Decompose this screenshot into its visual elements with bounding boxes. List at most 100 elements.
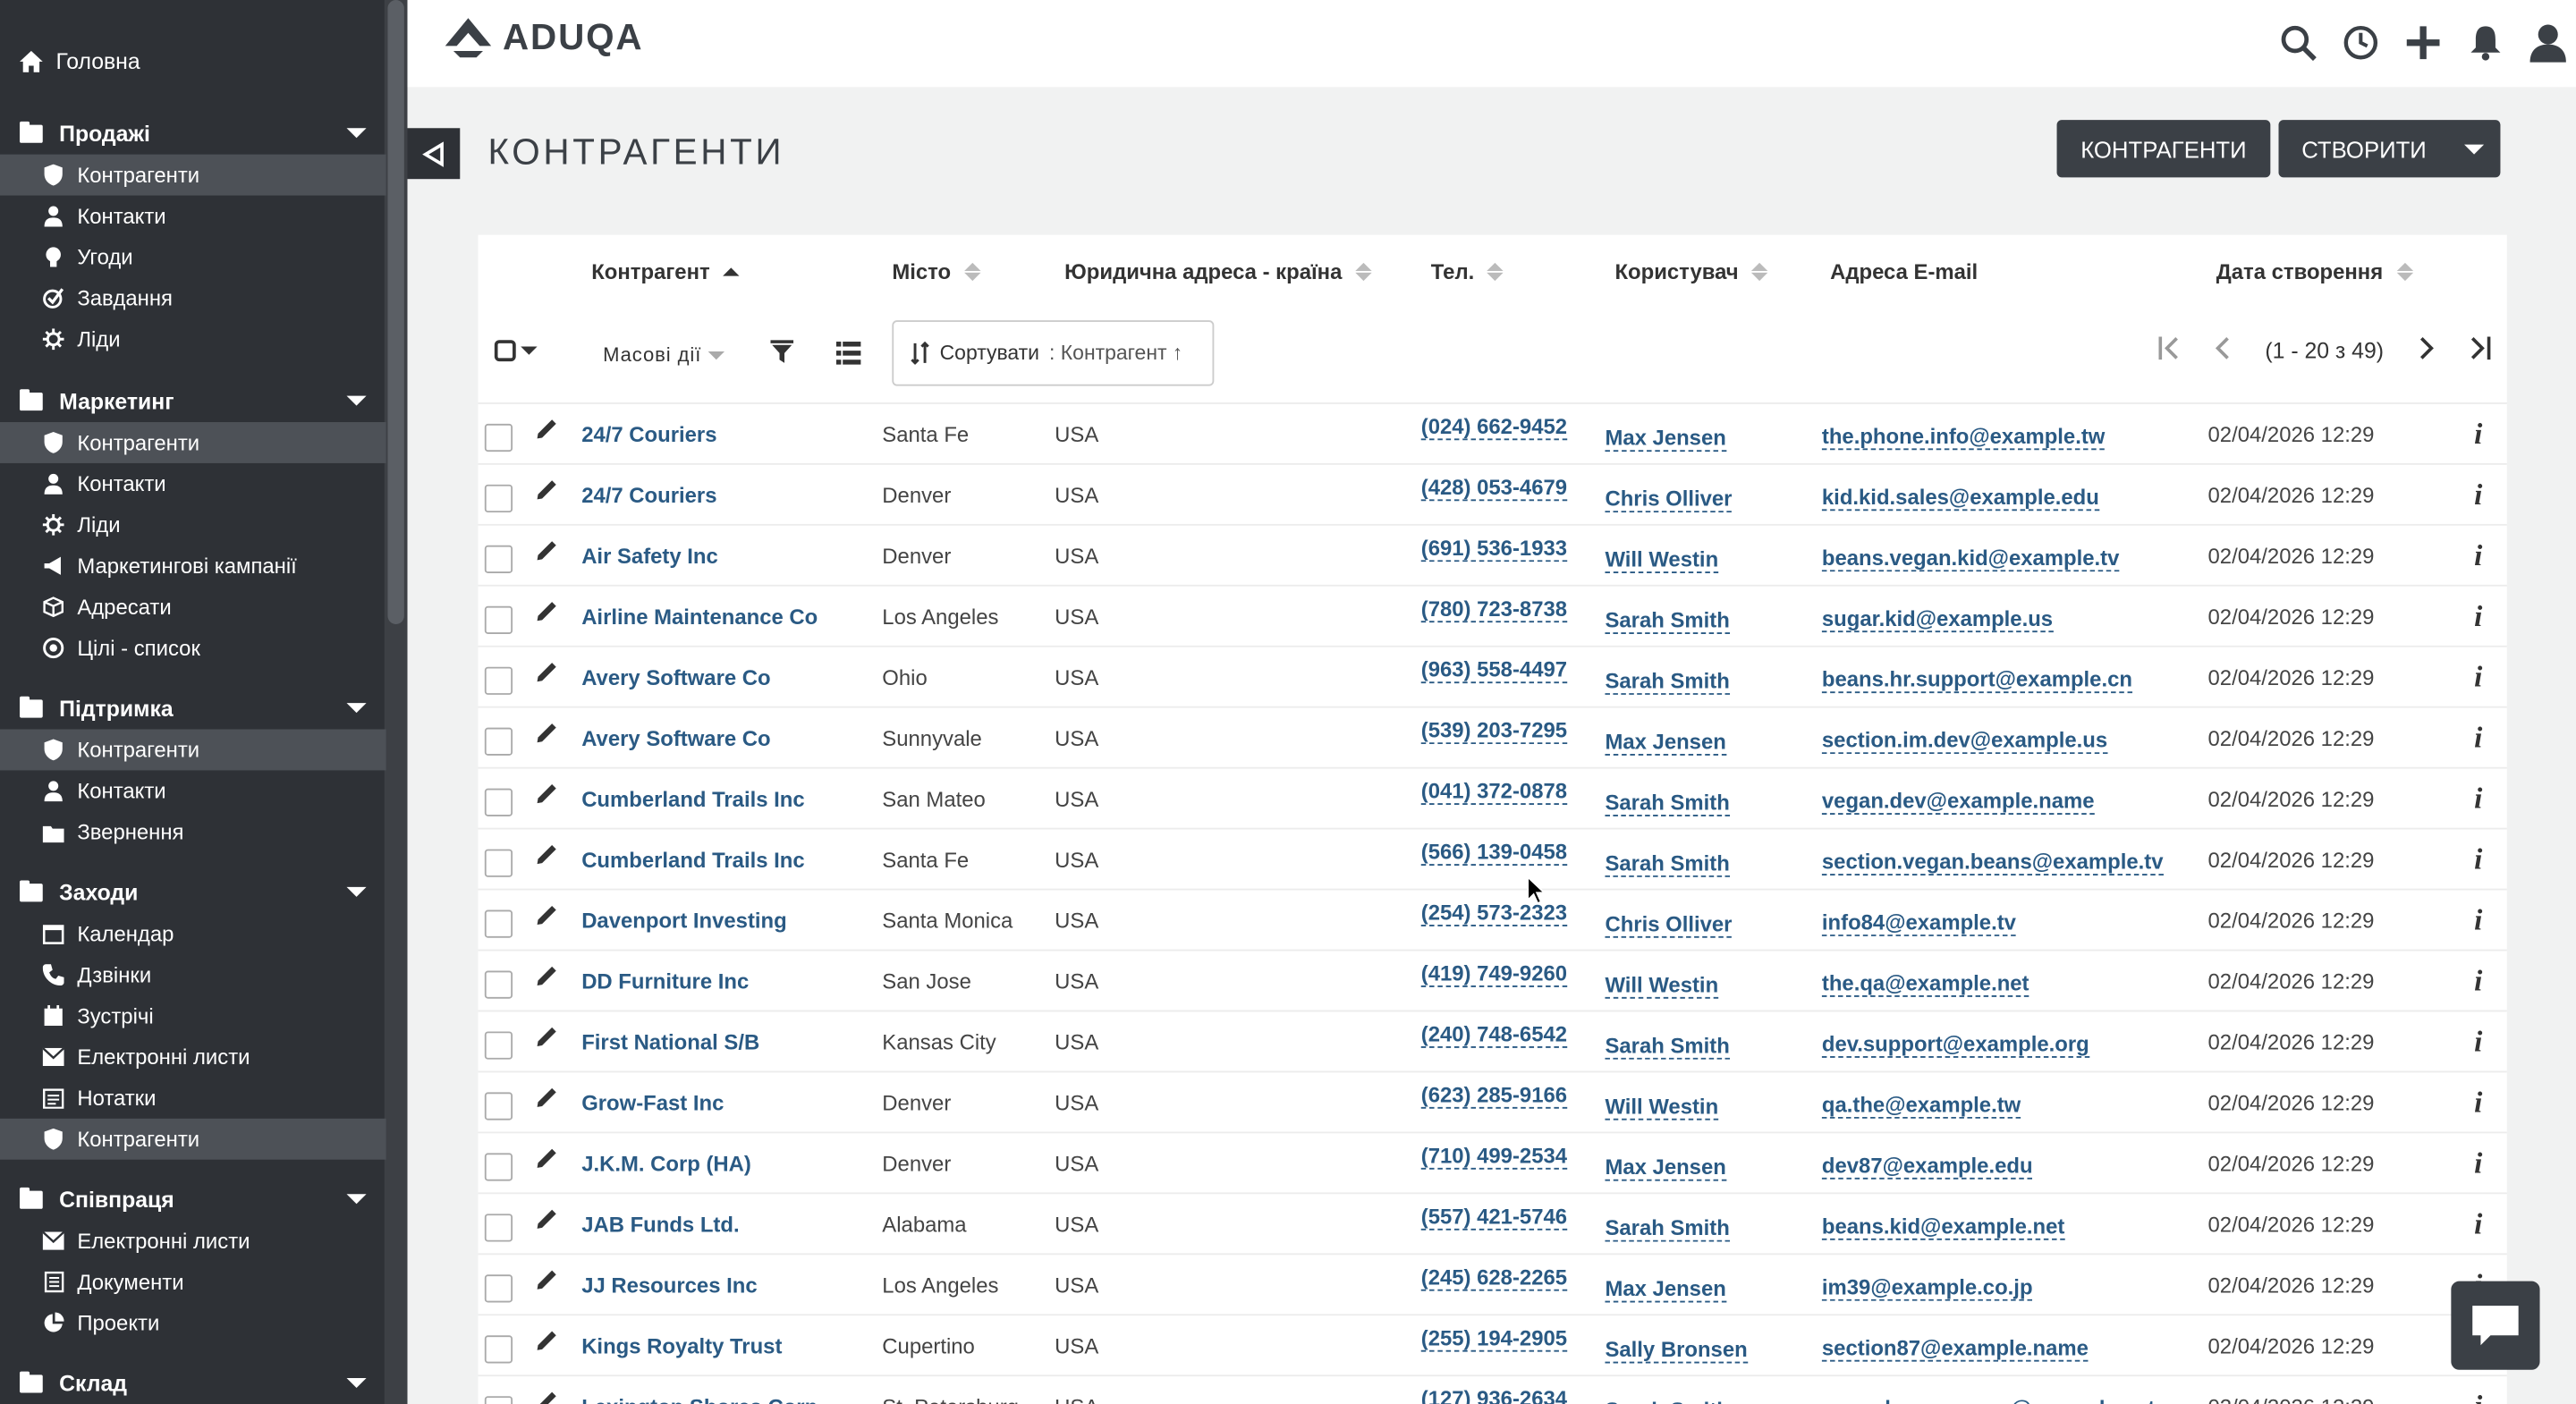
sidebar-item-home[interactable]: Головна	[20, 45, 140, 78]
user-link[interactable]: Sarah Smith	[1605, 1215, 1730, 1242]
sidebar-item[interactable]: Контрагенти	[0, 154, 386, 196]
edit-pencil-icon[interactable]	[534, 599, 559, 629]
logo[interactable]: ADUQA	[444, 16, 643, 59]
first-page-icon[interactable]	[2157, 336, 2178, 365]
phone-link[interactable]: (691) 536-1933	[1420, 536, 1568, 562]
row-checkbox[interactable]	[484, 1274, 513, 1303]
sidebar-item[interactable]: Угоди	[0, 236, 386, 277]
row-checkbox[interactable]	[484, 605, 513, 634]
info-icon[interactable]: i	[2474, 1086, 2482, 1121]
email-link[interactable]: beans.vegan.kid@example.tv	[1821, 546, 2120, 572]
phone-link[interactable]: (428) 053-4679	[1420, 475, 1568, 502]
create-button[interactable]: СТВОРИТИ	[2278, 120, 2501, 178]
email-link[interactable]: sugar.beans.sugar@example.net	[1822, 1396, 2155, 1404]
phone-link[interactable]: (255) 194-2905	[1420, 1325, 1568, 1352]
next-page-icon[interactable]	[2419, 337, 2435, 365]
sidebar-item[interactable]: Маркетингові кампанії	[0, 546, 386, 587]
edit-pencil-icon[interactable]	[534, 538, 559, 568]
account-name-link[interactable]: First National S/B	[581, 1030, 759, 1055]
sidebar-item[interactable]: Контакти	[0, 463, 386, 504]
phone-link[interactable]: (539) 203-7295	[1420, 718, 1568, 745]
row-checkbox[interactable]	[484, 788, 513, 816]
history-icon[interactable]	[2343, 23, 2378, 63]
user-link[interactable]: Sally Bronsen	[1605, 1337, 1748, 1364]
account-name-link[interactable]: Cumberland Trails Inc	[581, 787, 804, 812]
phone-link[interactable]: (024) 662-9452	[1420, 414, 1568, 441]
chevron-down-icon[interactable]	[2464, 144, 2485, 155]
row-checkbox[interactable]	[484, 1092, 513, 1121]
edit-pencil-icon[interactable]	[534, 418, 559, 447]
sidebar-item[interactable]: Контрагенти	[0, 422, 386, 463]
account-name-link[interactable]: Avery Software Co	[581, 665, 770, 690]
account-name-link[interactable]: Grow-Fast Inc	[581, 1091, 724, 1116]
sort-icon[interactable]	[1355, 262, 1372, 282]
header-country[interactable]: Юридична адреса - країна	[1064, 259, 1372, 284]
email-link[interactable]: section.vegan.beans@example.tv	[1821, 850, 2164, 875]
phone-link[interactable]: (557) 421-5746	[1420, 1204, 1568, 1231]
header-phone[interactable]: Тел.	[1431, 259, 1504, 284]
user-link[interactable]: Max Jensen	[1605, 1154, 1726, 1181]
row-checkbox[interactable]	[484, 666, 513, 695]
column-chooser-icon[interactable]	[835, 342, 861, 373]
user-link[interactable]: Chris Olliver	[1605, 911, 1733, 938]
info-icon[interactable]: i	[2474, 1025, 2482, 1060]
phone-link[interactable]: (623) 285-9166	[1420, 1082, 1568, 1109]
phone-link[interactable]: (240) 748-6542	[1420, 1021, 1568, 1048]
edit-pencil-icon[interactable]	[534, 660, 559, 689]
chat-button[interactable]	[2451, 1281, 2540, 1370]
edit-pencil-icon[interactable]	[534, 1207, 559, 1237]
phone-link[interactable]: (566) 139-0458	[1420, 840, 1568, 866]
user-link[interactable]: Will Westin	[1605, 972, 1719, 999]
header-name[interactable]: Контрагент	[591, 259, 740, 284]
row-checkbox[interactable]	[484, 970, 513, 999]
edit-pencil-icon[interactable]	[534, 1086, 559, 1115]
row-checkbox[interactable]	[484, 1335, 513, 1364]
email-link[interactable]: section.im.dev@example.us	[1821, 728, 2108, 755]
edit-pencil-icon[interactable]	[534, 842, 559, 872]
plus-icon[interactable]	[2405, 23, 2441, 63]
row-checkbox[interactable]	[484, 423, 513, 452]
sidebar-section-header[interactable]: Маркетинг	[0, 379, 386, 422]
last-page-icon[interactable]	[2470, 336, 2491, 365]
account-name-link[interactable]: Avery Software Co	[581, 726, 770, 751]
email-link[interactable]: sugar.kid@example.us	[1821, 606, 2054, 633]
info-icon[interactable]: i	[2474, 599, 2482, 634]
sidebar-item[interactable]: Ліди	[0, 318, 386, 359]
sidebar-item[interactable]: Документи	[0, 1262, 386, 1303]
sidebar-scrollbar[interactable]	[387, 0, 404, 624]
user-icon[interactable]	[2529, 23, 2566, 63]
email-link[interactable]: dev.support@example.org	[1821, 1031, 2089, 1058]
row-checkbox[interactable]	[484, 545, 513, 574]
email-link[interactable]: im39@example.co.jp	[1821, 1274, 2033, 1301]
user-link[interactable]: Sarah Smith	[1605, 1398, 1729, 1404]
sidebar-item[interactable]: Контакти	[0, 196, 386, 237]
info-icon[interactable]: i	[2474, 1207, 2482, 1242]
sidebar-section-header[interactable]: Склад	[0, 1362, 386, 1404]
row-checkbox[interactable]	[484, 1031, 513, 1060]
edit-pencil-icon[interactable]	[534, 1329, 559, 1358]
select-all-checkbox[interactable]	[494, 340, 538, 362]
sidebar-section-header[interactable]: Співпраця	[0, 1178, 386, 1221]
info-icon[interactable]: i	[2474, 660, 2482, 695]
bell-icon[interactable]	[2468, 23, 2504, 63]
header-city[interactable]: Місто	[892, 259, 981, 284]
phone-link[interactable]: (419) 749-9260	[1420, 960, 1568, 987]
user-link[interactable]: Will Westin	[1605, 1094, 1719, 1121]
email-link[interactable]: section87@example.name	[1821, 1335, 2089, 1362]
email-link[interactable]: kid.kid.sales@example.edu	[1821, 485, 2099, 512]
phone-link[interactable]: (245) 628-2265	[1420, 1264, 1568, 1291]
email-link[interactable]: the.phone.info@example.tw	[1821, 424, 2106, 451]
account-name-link[interactable]: J.K.M. Corp (HA)	[581, 1152, 751, 1177]
sidebar-section-header[interactable]: Підтримка	[0, 687, 386, 730]
phone-link[interactable]: (127) 936-2634	[1421, 1386, 1567, 1404]
email-link[interactable]: beans.kid@example.net	[1821, 1214, 2065, 1240]
email-link[interactable]: the.qa@example.net	[1821, 970, 2029, 997]
user-link[interactable]: Chris Olliver	[1605, 486, 1733, 513]
info-icon[interactable]: i	[2474, 478, 2482, 512]
email-link[interactable]: beans.hr.support@example.cn	[1821, 667, 2132, 694]
info-icon[interactable]: i	[2474, 782, 2482, 816]
account-name-link[interactable]: Kings Royalty Trust	[581, 1333, 782, 1358]
account-name-link[interactable]: Cumberland Trails Inc	[581, 848, 804, 873]
filter-icon[interactable]	[770, 340, 794, 371]
account-name-link[interactable]: 24/7 Couriers	[581, 422, 716, 447]
